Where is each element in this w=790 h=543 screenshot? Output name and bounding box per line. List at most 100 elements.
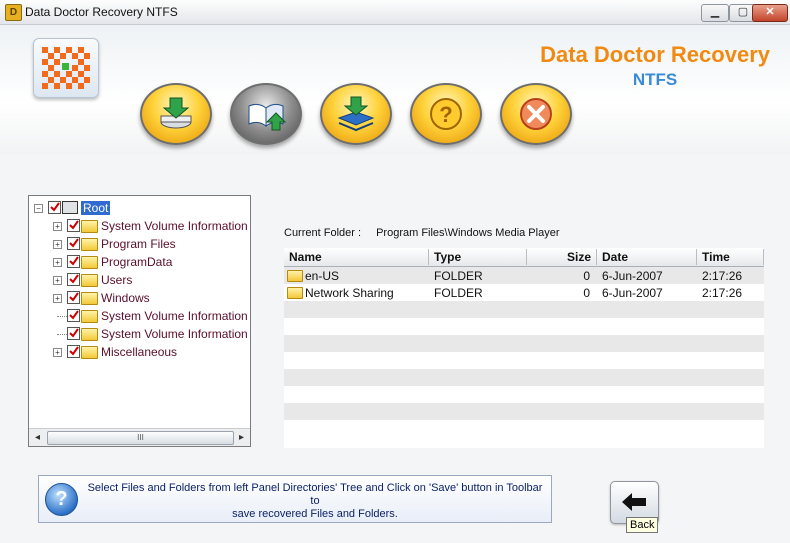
minimize-button[interactable]: ▁ xyxy=(701,4,729,22)
collapse-toggle-icon[interactable]: − xyxy=(34,204,43,213)
tree-checkbox[interactable] xyxy=(67,273,80,286)
expand-toggle-icon[interactable]: + xyxy=(53,276,62,285)
brand-title: Data Doctor Recovery NTFS xyxy=(540,42,770,90)
tree-item-label: System Volume Information xyxy=(101,219,248,233)
header-banner: Data Doctor Recovery NTFS ? xyxy=(0,25,790,155)
open-button[interactable] xyxy=(230,83,302,145)
folder-icon xyxy=(81,220,98,233)
empty-row xyxy=(284,403,764,420)
tree-checkbox[interactable] xyxy=(67,255,80,268)
cell-size: 0 xyxy=(583,286,590,300)
tree-item-label: Windows xyxy=(101,291,150,305)
title-bar: D Data Doctor Recovery NTFS ▁ ▢ ✕ xyxy=(0,0,790,25)
expand-toggle-icon[interactable]: + xyxy=(53,240,62,249)
cell-name: en-US xyxy=(305,269,340,283)
empty-row xyxy=(284,318,764,335)
close-button[interactable]: ✕ xyxy=(752,4,788,22)
stack-download-icon xyxy=(337,96,375,132)
help-question-icon: ? xyxy=(45,483,78,516)
cell-type: FOLDER xyxy=(434,286,483,300)
tree-connector xyxy=(57,316,67,317)
info-text-line1: Select Files and Folders from left Panel… xyxy=(87,482,543,507)
tree-item-label: Users xyxy=(101,273,133,287)
table-row[interactable]: en-US FOLDER 0 6-Jun-2007 2:17:26 xyxy=(284,267,764,284)
tree-item[interactable]: + Miscellaneous xyxy=(29,344,250,361)
drive-icon xyxy=(62,201,78,214)
tree-item-label: System Volume Information xyxy=(101,327,248,341)
tree-item[interactable]: System Volume Information xyxy=(29,326,250,343)
current-folder: Current Folder : Program Files\Windows M… xyxy=(284,227,559,239)
column-header-date[interactable]: Date xyxy=(597,249,697,265)
folder-icon xyxy=(287,270,303,282)
expand-toggle-icon[interactable]: + xyxy=(53,348,62,357)
exit-button[interactable] xyxy=(500,83,572,145)
svg-text:?: ? xyxy=(439,102,452,127)
info-box: ? Select Files and Folders from left Pan… xyxy=(38,475,552,523)
folder-icon xyxy=(81,274,98,287)
tree-item-label: Root xyxy=(81,201,111,215)
tree-item[interactable]: + Windows xyxy=(29,290,250,307)
save-button[interactable] xyxy=(140,83,212,145)
column-header-name[interactable]: Name xyxy=(284,249,429,265)
info-text: Select Files and Folders from left Panel… xyxy=(85,482,545,521)
tree-item[interactable]: + ProgramData xyxy=(29,254,250,271)
brand-name: Data Doctor Recovery xyxy=(540,42,770,67)
scroll-thumb[interactable]: III xyxy=(47,431,234,445)
question-icon: ? xyxy=(430,98,462,130)
expand-toggle-icon[interactable]: + xyxy=(53,222,62,231)
folder-icon xyxy=(81,346,98,359)
empty-row xyxy=(284,386,764,403)
list-header: Name Type Size Date Time xyxy=(284,248,764,267)
info-text-line2: save recovered Files and Folders. xyxy=(232,508,398,520)
tree-item-label: Program Files xyxy=(101,237,176,251)
back-tooltip: Back xyxy=(626,517,659,533)
tree-item[interactable]: System Volume Information xyxy=(29,308,250,325)
close-x-icon xyxy=(520,98,552,130)
cell-date: 6-Jun-2007 xyxy=(602,286,663,300)
column-header-type[interactable]: Type xyxy=(429,249,527,265)
column-header-time[interactable]: Time xyxy=(697,249,764,265)
tree-connector xyxy=(57,334,67,335)
tree-item[interactable]: + Program Files xyxy=(29,236,250,253)
empty-row xyxy=(284,352,764,369)
tree-item-label: System Volume Information xyxy=(101,309,248,323)
tree-checkbox[interactable] xyxy=(67,219,80,232)
folder-icon xyxy=(81,310,98,323)
tree-item[interactable]: + Users xyxy=(29,272,250,289)
tree-checkbox[interactable] xyxy=(67,309,80,322)
cell-size: 0 xyxy=(583,269,590,283)
table-row[interactable]: Network Sharing FOLDER 0 6-Jun-2007 2:17:26 xyxy=(284,284,764,301)
tree-item[interactable]: + System Volume Information xyxy=(29,218,250,235)
empty-row xyxy=(284,335,764,352)
load-button[interactable] xyxy=(320,83,392,145)
tree-checkbox[interactable] xyxy=(67,237,80,250)
folder-icon xyxy=(81,256,98,269)
window-title: Data Doctor Recovery NTFS xyxy=(25,5,178,19)
help-button[interactable]: ? xyxy=(410,83,482,145)
column-header-size[interactable]: Size xyxy=(527,249,597,265)
scroll-right-arrow-icon[interactable]: ▸ xyxy=(233,429,250,446)
folder-icon xyxy=(287,287,303,299)
folder-icon xyxy=(81,238,98,251)
tree-checkbox[interactable] xyxy=(67,345,80,358)
empty-row xyxy=(284,301,764,318)
book-upload-icon xyxy=(248,103,286,131)
directory-tree[interactable]: − Root + System Volume Information + Program … xyxy=(28,195,251,447)
tree-checkbox[interactable] xyxy=(67,291,80,304)
expand-toggle-icon[interactable]: + xyxy=(53,294,62,303)
tree-horizontal-scrollbar[interactable]: ◂ III ▸ xyxy=(29,428,250,446)
checkered-logo-icon xyxy=(33,38,99,98)
tree-item-label: ProgramData xyxy=(101,255,173,269)
scroll-left-arrow-icon[interactable]: ◂ xyxy=(29,429,46,446)
app-icon[interactable]: D xyxy=(5,4,22,21)
tree-checkbox[interactable] xyxy=(67,327,80,340)
cell-type: FOLDER xyxy=(434,269,483,283)
arrow-left-icon xyxy=(622,493,646,511)
file-list[interactable]: Name Type Size Date Time en-US FOLDER 0 6-J… xyxy=(284,248,764,448)
cell-date: 6-Jun-2007 xyxy=(602,269,663,283)
tree-item[interactable]: − Root xyxy=(29,200,250,217)
empty-row xyxy=(284,420,764,437)
brand-subtitle: NTFS xyxy=(632,70,678,89)
tree-checkbox[interactable] xyxy=(48,201,61,214)
expand-toggle-icon[interactable]: + xyxy=(53,258,62,267)
